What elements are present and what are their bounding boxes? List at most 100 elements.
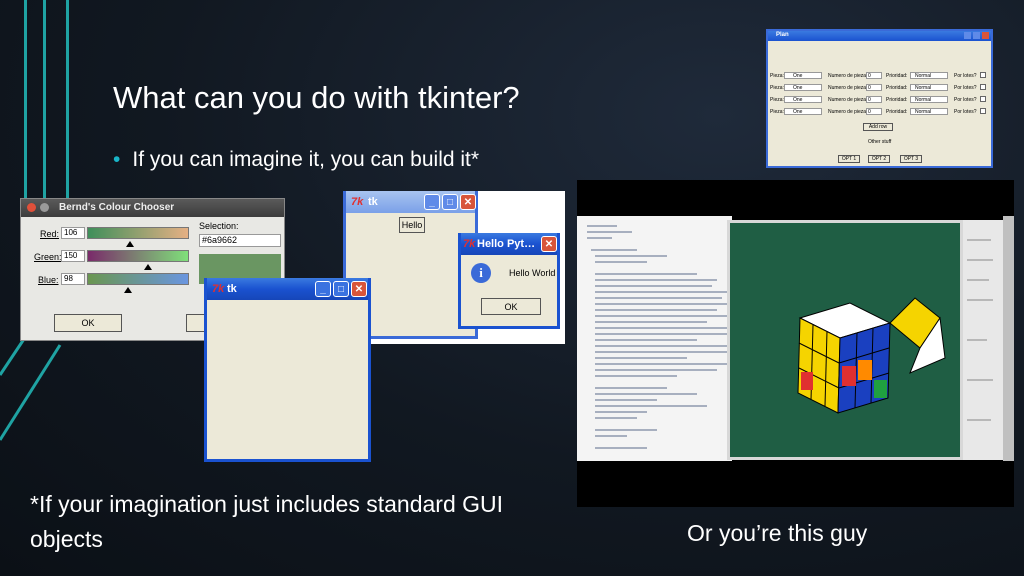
decor-line-1 — [24, 0, 27, 200]
green-slider[interactable] — [87, 250, 189, 262]
blue-value-field[interactable]: 98 — [61, 273, 85, 285]
footnote: *If your imagination just includes stand… — [30, 491, 504, 552]
por-lotes-checkbox[interactable] — [980, 72, 986, 78]
red-slider[interactable] — [87, 227, 189, 239]
message-box-title: Hello Pyt… — [477, 238, 536, 250]
por-lotes-checkbox[interactable] — [980, 96, 986, 102]
pieza-label: Pieza: — [770, 85, 784, 91]
prioridad-label: Prioridad: — [886, 109, 908, 115]
maximize-icon[interactable]: □ — [442, 194, 458, 210]
minimize-icon[interactable] — [40, 203, 49, 212]
numero-field[interactable]: 0 — [866, 108, 882, 115]
prioridad-select[interactable]: Normal — [910, 96, 948, 103]
minimize-icon[interactable] — [964, 32, 971, 39]
info-icon: i — [471, 263, 491, 283]
plan-window: Plan Pieza: One Numero de piezas: 0 Priorida… — [766, 29, 993, 168]
numero-label: Numero de piezas: — [828, 97, 870, 103]
selection-label: Selection: — [199, 221, 239, 231]
close-icon[interactable]: ✕ — [460, 194, 476, 210]
close-icon[interactable]: ✕ — [351, 281, 367, 297]
bullet-point: • If you can imagine it, you can build it… — [113, 148, 479, 172]
opengl-canvas[interactable] — [727, 220, 963, 460]
pieza-label: Pieza: — [770, 73, 784, 79]
message-box-titlebar: 7k Hello Pyt… ✕ — [461, 233, 557, 255]
selection-field[interactable]: #6a9662 — [199, 234, 281, 247]
red-value-field[interactable]: 106 — [61, 227, 85, 239]
message-text: Hello World — [509, 268, 556, 278]
tk-large-title: tk — [227, 283, 237, 295]
minimize-icon[interactable]: _ — [424, 194, 440, 210]
por-lotes-label: Por lotes? — [954, 109, 977, 115]
rubik-cube-screenshot — [577, 180, 1014, 507]
pieza-select[interactable]: One — [784, 84, 822, 91]
tk-small-titlebar: 7k tk _ □ ✕ — [346, 191, 476, 213]
numero-label: Numero de piezas: — [828, 85, 870, 91]
screenshot-frame: 7k tk _ □ ✕ Hello 7k Hello Pyt… ✕ i Hell… — [343, 191, 565, 344]
opt-1-button[interactable]: OPT 1 — [838, 155, 860, 163]
window-title: Bernd's Colour Chooser — [59, 202, 175, 213]
maximize-icon[interactable] — [973, 32, 980, 39]
numero-field[interactable]: 0 — [866, 84, 882, 91]
prioridad-label: Prioridad: — [886, 85, 908, 91]
close-icon[interactable] — [982, 32, 989, 39]
numero-field[interactable]: 0 — [866, 72, 882, 79]
green-slider-handle[interactable] — [144, 264, 152, 270]
caption: Or you’re this guy — [687, 520, 868, 546]
plan-title: Plan — [776, 32, 789, 38]
numero-field[interactable]: 0 — [866, 96, 882, 103]
por-lotes-checkbox[interactable] — [980, 84, 986, 90]
pieza-select[interactable]: One — [784, 96, 822, 103]
decor-line-2 — [43, 0, 46, 200]
colour-chooser-titlebar: Bernd's Colour Chooser — [21, 199, 284, 217]
tk-logo-icon: 7k — [351, 196, 364, 208]
pieza-label: Pieza: — [770, 97, 784, 103]
blue-label: Blue: — [38, 275, 59, 285]
decor-diagonals — [0, 330, 62, 441]
por-lotes-checkbox[interactable] — [980, 108, 986, 114]
add-row-button[interactable]: Add row — [863, 123, 893, 131]
opt-3-button[interactable]: OPT 3 — [900, 155, 922, 163]
code-lines — [587, 225, 727, 449]
prioridad-select[interactable]: Normal — [910, 108, 948, 115]
rubik-cube-icon — [797, 297, 946, 414]
close-icon[interactable]: ✕ — [541, 236, 557, 252]
message-ok-button[interactable]: OK — [481, 298, 541, 315]
hello-button[interactable]: Hello — [399, 217, 425, 233]
por-lotes-label: Por lotes? — [954, 97, 977, 103]
prioridad-select[interactable]: Normal — [910, 72, 948, 79]
prioridad-select[interactable]: Normal — [910, 84, 948, 91]
red-label: Red: — [40, 229, 60, 239]
slide-title: What can you do with tkinter? — [113, 80, 520, 115]
blue-slider[interactable] — [87, 273, 189, 285]
prioridad-label: Prioridad: — [886, 73, 908, 79]
bullet-text: If you can imagine it, you can build it* — [132, 148, 480, 171]
numero-label: Numero de piezas: — [828, 109, 870, 115]
tk-logo-icon: 7k — [212, 283, 225, 295]
por-lotes-label: Por lotes? — [954, 73, 977, 79]
taskbar-strip — [1003, 216, 1014, 461]
opt-2-button[interactable]: OPT 2 — [868, 155, 890, 163]
message-box: 7k Hello Pyt… ✕ i Hello World OK — [458, 233, 560, 329]
controls-panel-lines — [967, 239, 993, 421]
green-label: Green: — [34, 252, 62, 262]
tk-logo-icon: 7k — [463, 238, 476, 250]
pieza-select[interactable]: One — [784, 72, 822, 79]
tk-window-large: 7k tk _ □ ✕ — [204, 278, 371, 462]
numero-label: Numero de piezas: — [828, 73, 870, 79]
ok-button[interactable]: OK — [54, 314, 122, 332]
pieza-select[interactable]: One — [784, 108, 822, 115]
other-stuff-label: Other stuff — [868, 139, 892, 145]
controls-panel — [963, 220, 1003, 460]
close-icon[interactable] — [27, 203, 36, 212]
plan-titlebar: Plan — [768, 31, 991, 41]
code-editor-panel — [577, 216, 732, 461]
tk-small-title: tk — [368, 196, 378, 208]
maximize-icon[interactable]: □ — [333, 281, 349, 297]
decor-line-3 — [66, 0, 69, 200]
green-value-field[interactable]: 150 — [61, 250, 85, 262]
red-slider-handle[interactable] — [126, 241, 134, 247]
pieza-label: Pieza: — [770, 109, 784, 115]
blue-slider-handle[interactable] — [124, 287, 132, 293]
minimize-icon[interactable]: _ — [315, 281, 331, 297]
bullet-icon: • — [113, 148, 121, 171]
